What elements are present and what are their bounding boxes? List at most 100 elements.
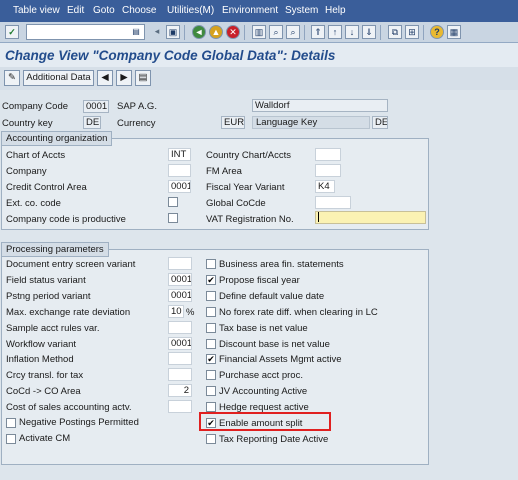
separator-icon: ◂ — [154, 26, 160, 36]
find-next-icon[interactable]: ⌕ — [286, 25, 300, 39]
processing-param-label: Pstng period variant — [6, 291, 91, 302]
processing-option-checkbox[interactable] — [206, 291, 216, 301]
processing-param-field[interactable]: 0001 — [168, 273, 192, 286]
toolbar-separator — [380, 25, 381, 40]
additional-data-button[interactable]: Additional Data — [23, 70, 94, 86]
vat-registration-label: VAT Registration No. — [206, 214, 294, 225]
processing-option-checkbox[interactable] — [206, 339, 216, 349]
processing-param-field[interactable]: 10 — [168, 305, 184, 318]
company-code-label: Company Code — [2, 101, 69, 112]
processing-param-field[interactable]: 0001 — [168, 289, 192, 302]
processing-param-field[interactable]: 2 — [168, 384, 192, 397]
exit-icon[interactable]: ▲ — [209, 25, 223, 39]
menu-help[interactable]: Help — [325, 5, 346, 16]
create-session-icon[interactable]: ⧉ — [388, 25, 402, 39]
credit-control-area-label: Credit Control Area — [6, 182, 87, 193]
productive-label: Company code is productive — [6, 214, 126, 225]
processing-option-label: Tax Reporting Date Active — [219, 434, 329, 445]
history-icon[interactable]: ▤ — [130, 26, 142, 38]
fiscal-year-variant-field[interactable]: K4 — [315, 180, 335, 193]
find-icon[interactable]: ⌕ — [269, 25, 283, 39]
productive-checkbox[interactable] — [168, 213, 178, 223]
command-field[interactable] — [26, 24, 145, 40]
processing-option-checkbox[interactable] — [206, 402, 216, 412]
language-key-value: DE — [372, 116, 388, 129]
menu-goto[interactable]: Goto — [93, 5, 115, 16]
language-key-label: Language Key — [252, 116, 370, 129]
country-chart-label: Country Chart/Accts — [206, 150, 291, 161]
next-page-icon[interactable]: ↓ — [345, 25, 359, 39]
processing-option-label: Purchase acct proc. — [219, 370, 303, 381]
menu-system[interactable]: System — [285, 5, 318, 16]
first-page-icon[interactable]: ⇑ — [311, 25, 325, 39]
menu-table-view[interactable]: Table view — [13, 5, 60, 16]
company-code-value: 0001 — [83, 100, 109, 113]
previous-page-icon[interactable]: ↑ — [328, 25, 342, 39]
processing-param-label: Inflation Method — [6, 354, 74, 365]
menu-edit[interactable]: Edit — [67, 5, 84, 16]
processing-option-label: Propose fiscal year — [219, 275, 300, 286]
processing-option-checkbox[interactable] — [206, 307, 216, 317]
last-page-icon[interactable]: ⇓ — [362, 25, 376, 39]
processing-option-checkbox[interactable] — [206, 386, 216, 396]
highlight-box — [199, 412, 331, 431]
processing-option-label: Discount base is net value — [219, 339, 330, 350]
shortcut-icon[interactable]: ⊞ — [405, 25, 419, 39]
toolbar-separator — [304, 25, 305, 40]
processing-option-checkbox[interactable] — [206, 323, 216, 333]
processing-option-checkbox[interactable]: ✔ — [206, 354, 216, 364]
processing-option-label: Tax base is net value — [219, 323, 308, 334]
processing-param-field[interactable] — [168, 368, 192, 381]
save-icon[interactable]: ▣ — [166, 25, 180, 39]
enter-icon[interactable]: ✓ — [5, 25, 19, 39]
global-cocde-field[interactable] — [315, 196, 351, 209]
toolbar-separator — [244, 25, 245, 40]
processing-option-label: Define default value date — [219, 291, 325, 302]
credit-control-area-field[interactable]: 0001 — [168, 180, 191, 193]
currency-label: Currency — [117, 118, 156, 129]
processing-option-checkbox[interactable] — [206, 434, 216, 444]
processing-param-label: Document entry screen variant — [6, 259, 136, 270]
previous-entry-icon[interactable]: ◀ — [97, 70, 113, 86]
processing-option-label: Financial Assets Mgmt active — [219, 354, 342, 365]
help-icon[interactable]: ? — [430, 25, 444, 39]
print-view-icon[interactable]: ▤ — [135, 70, 151, 86]
cancel-icon[interactable]: ✕ — [226, 25, 240, 39]
text-cursor — [318, 212, 319, 223]
back-icon[interactable]: ◄ — [192, 25, 206, 39]
processing-option-label: JV Accounting Active — [219, 386, 308, 397]
vat-registration-field[interactable] — [315, 211, 426, 224]
processing-param-label: Max. exchange rate deviation — [6, 307, 131, 318]
processing-param-label: Field status variant — [6, 275, 86, 286]
print-icon[interactable]: ▥ — [252, 25, 266, 39]
fm-area-field[interactable] — [315, 164, 341, 177]
menu-choose[interactable]: Choose — [122, 5, 156, 16]
chart-of-accts-field[interactable]: INT — [168, 148, 191, 161]
processing-param-field[interactable]: 0001 — [168, 337, 192, 350]
display-change-icon[interactable]: ✎ — [4, 70, 20, 86]
processing-param-field[interactable] — [168, 352, 192, 365]
processing-param-label: CoCd -> CO Area — [6, 386, 81, 397]
menu-environment[interactable]: Environment — [222, 5, 278, 16]
ext-co-code-checkbox[interactable] — [168, 197, 178, 207]
company-label: Company — [6, 166, 47, 177]
processing-param-field[interactable] — [168, 257, 192, 270]
menu-utilities[interactable]: Utilities(M) — [167, 5, 214, 16]
company-field[interactable] — [168, 164, 191, 177]
activate-cm-label: Activate CM — [19, 433, 71, 444]
toolbar-separator — [184, 25, 185, 40]
processing-option-checkbox[interactable] — [206, 259, 216, 269]
processing-param-field[interactable] — [168, 400, 192, 413]
processing-option-checkbox[interactable]: ✔ — [206, 275, 216, 285]
negative-postings-checkbox[interactable] — [6, 418, 16, 428]
negative-postings-label: Negative Postings Permitted — [19, 417, 139, 428]
processing-param-field[interactable] — [168, 321, 192, 334]
country-key-label: Country key — [2, 118, 53, 129]
company-name: SAP A.G. — [117, 101, 157, 112]
layout-menu-icon[interactable]: ▦ — [447, 25, 461, 39]
country-chart-field[interactable] — [315, 148, 341, 161]
activate-cm-checkbox[interactable] — [6, 434, 16, 444]
next-entry-icon[interactable]: ▶ — [116, 70, 132, 86]
processing-option-checkbox[interactable] — [206, 370, 216, 380]
fm-area-label: FM Area — [206, 166, 242, 177]
